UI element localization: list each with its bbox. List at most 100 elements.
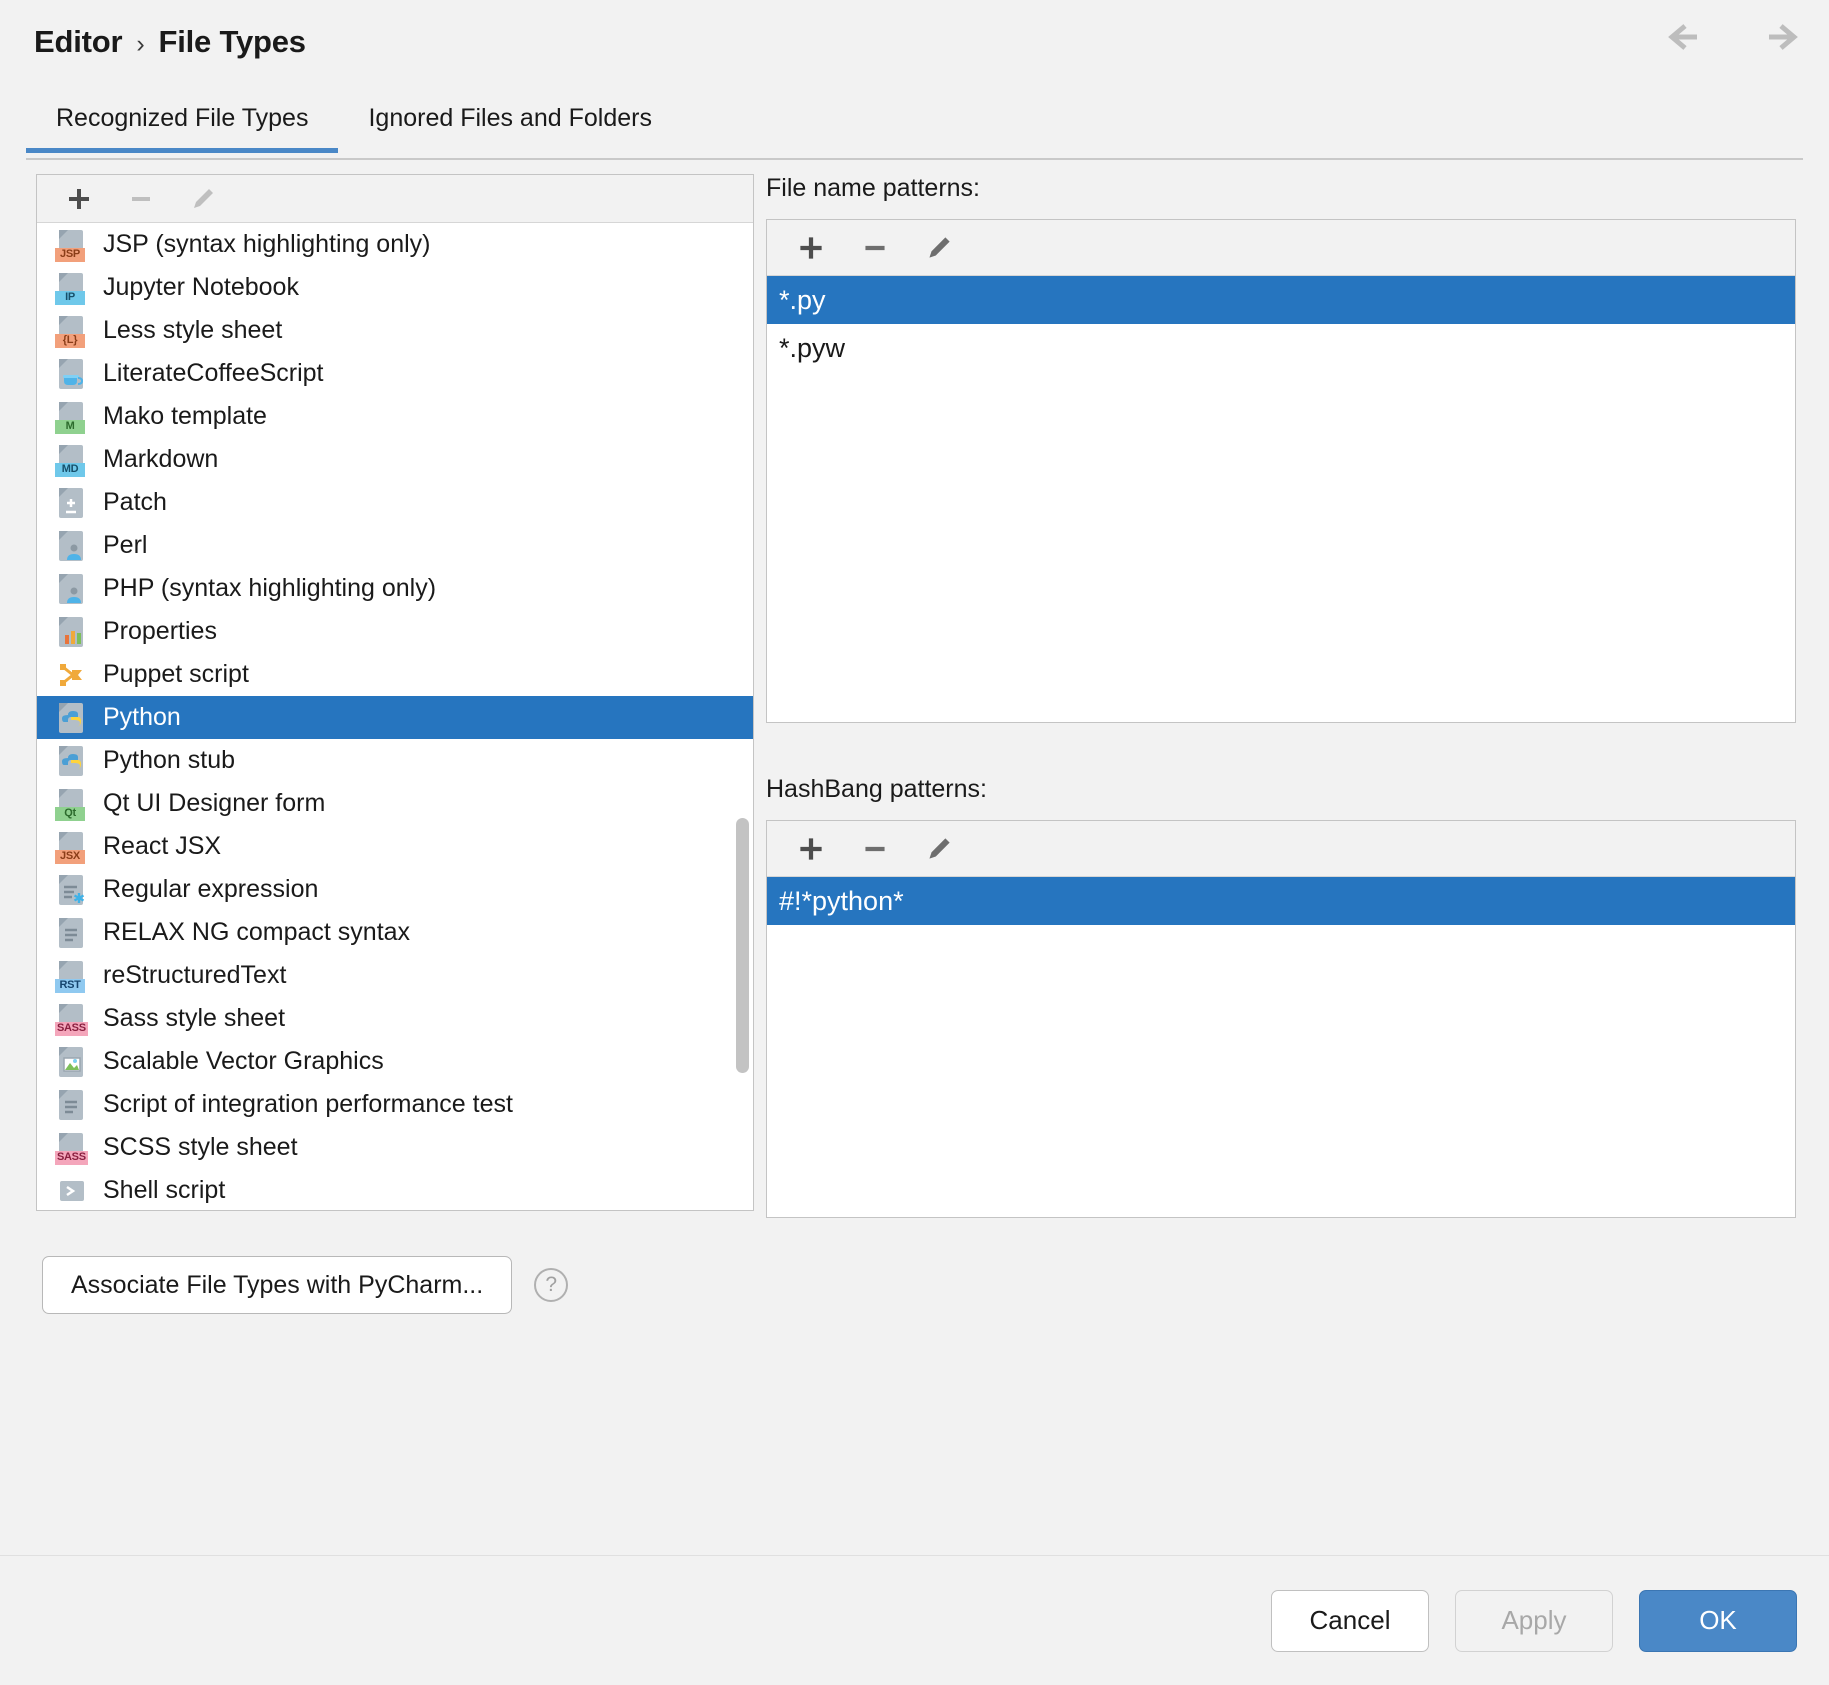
add-file-type-button[interactable] (53, 179, 105, 219)
file-type-row[interactable]: MDMarkdown (37, 438, 753, 481)
file-type-row[interactable]: Shell script (37, 1169, 753, 1210)
file-type-label: Script of integration performance test (103, 1092, 513, 1117)
apply-button: Apply (1455, 1590, 1613, 1652)
file-type-row[interactable]: IPJupyter Notebook (37, 266, 753, 309)
file-type-row[interactable]: Script of integration performance test (37, 1083, 753, 1126)
file-name-patterns-panel: *.py *.pyw (766, 219, 1796, 723)
pattern-row[interactable]: *.pyw (767, 324, 1795, 372)
file-type-row[interactable]: M Mako template (37, 395, 753, 438)
file-type-row[interactable]: LiterateCoffeeScript (37, 352, 753, 395)
arrow-left-icon[interactable] (1667, 20, 1719, 54)
tab-label: Ignored Files and Folders (368, 104, 651, 132)
file-ipynb-icon: IP (55, 271, 89, 305)
file-type-label: SCSS style sheet (103, 1135, 298, 1160)
file-python-icon (55, 701, 89, 735)
file-type-label: JSP (syntax highlighting only) (103, 232, 431, 257)
file-type-label: Scalable Vector Graphics (103, 1049, 384, 1074)
file-type-badge: {L} (55, 334, 85, 348)
file-python-stub-icon (55, 744, 89, 778)
help-icon[interactable]: ? (534, 1268, 568, 1302)
add-hashbang-pattern-button[interactable] (785, 829, 837, 869)
remove-hashbang-pattern-button[interactable] (849, 829, 901, 869)
file-type-row[interactable]: Patch (37, 481, 753, 524)
file-properties-icon (55, 615, 89, 649)
pattern-value: #!*python* (779, 886, 904, 917)
associate-file-types-button[interactable]: Associate File Types with PyCharm... (42, 1256, 512, 1314)
cancel-button[interactable]: Cancel (1271, 1590, 1429, 1652)
file-type-row[interactable]: Perl (37, 524, 753, 567)
edit-hashbang-pattern-button[interactable] (913, 829, 965, 869)
hashbang-patterns-toolbar (767, 821, 1795, 877)
file-markdown-icon: MD (55, 443, 89, 477)
breadcrumb: Editor › File Types (34, 24, 306, 60)
breadcrumb-root[interactable]: Editor (34, 24, 122, 60)
file-name-patterns-label: File name patterns: (766, 174, 1796, 203)
file-type-label: Python (103, 705, 181, 730)
file-type-row[interactable]: RST reStructuredText (37, 954, 753, 997)
file-type-label: Mako template (103, 404, 267, 429)
file-type-row[interactable]: JSP JSP (syntax highlighting only) (37, 223, 753, 266)
pattern-value: *.pyw (779, 333, 845, 364)
file-type-badge: SASS (55, 1151, 88, 1165)
file-types-panel: JSP JSP (syntax highlighting only) IPJupyt… (36, 174, 754, 1211)
hashbang-patterns-panel: #!*python* (766, 820, 1796, 1218)
tab-ignored-files-and-folders[interactable]: Ignored Files and Folders (338, 96, 681, 153)
add-file-name-pattern-button[interactable] (785, 228, 837, 268)
dialog-footer: Cancel Apply OK (0, 1555, 1829, 1685)
file-type-row[interactable]: QtQt UI Designer form (37, 782, 753, 825)
file-rst-icon: RST (55, 959, 89, 993)
nav-arrows (1667, 20, 1799, 54)
file-type-badge: SASS (55, 1022, 88, 1036)
remove-file-name-pattern-button[interactable] (849, 228, 901, 268)
hashbang-patterns-list[interactable]: #!*python* (767, 877, 1795, 1217)
file-text-icon (55, 1088, 89, 1122)
file-type-row[interactable]: {L}Less style sheet (37, 309, 753, 352)
file-type-badge: IP (55, 291, 85, 305)
file-mako-icon: M (55, 400, 89, 434)
file-type-label: reStructuredText (103, 963, 286, 988)
file-type-label: Sass style sheet (103, 1006, 285, 1031)
file-type-row[interactable]: PHP (syntax highlighting only) (37, 567, 753, 610)
file-type-label: Properties (103, 619, 217, 644)
edit-file-name-pattern-button[interactable] (913, 228, 965, 268)
file-type-label: Perl (103, 533, 147, 558)
arrow-right-icon[interactable] (1747, 20, 1799, 54)
file-type-badge: Qt (55, 807, 85, 821)
file-type-row[interactable]: JSXReact JSX (37, 825, 753, 868)
file-scss-icon: SASS (55, 1131, 89, 1165)
pattern-row[interactable]: *.py (767, 276, 1795, 324)
file-type-label: Regular expression (103, 877, 318, 902)
dialog-header: Editor › File Types (0, 0, 1829, 84)
file-patch-icon (55, 486, 89, 520)
puppet-icon (55, 658, 89, 692)
file-type-row[interactable]: Puppet script (37, 653, 753, 696)
tab-recognized-file-types[interactable]: Recognized File Types (26, 96, 338, 153)
pattern-row[interactable]: #!*python* (767, 877, 1795, 925)
file-type-row[interactable]: SASS SCSS style sheet (37, 1126, 753, 1169)
file-type-label: PHP (syntax highlighting only) (103, 576, 436, 601)
tab-bar: Recognized File Types Ignored Files and … (26, 96, 1803, 160)
file-coffee-icon (55, 357, 89, 391)
file-type-row[interactable]: RELAX NG compact syntax (37, 911, 753, 954)
file-type-row[interactable]: Python (37, 696, 753, 739)
file-type-row[interactable]: Scalable Vector Graphics (37, 1040, 753, 1083)
remove-file-type-button (115, 179, 167, 219)
file-type-row[interactable]: Regular expression (37, 868, 753, 911)
patterns-column: File name patterns: *.py*.pyw Ha (766, 174, 1796, 1218)
file-type-label: LiterateCoffeeScript (103, 361, 324, 386)
file-type-row[interactable]: Python stub (37, 739, 753, 782)
file-name-patterns-list[interactable]: *.py *.pyw (767, 276, 1795, 722)
file-type-label: Patch (103, 490, 167, 515)
file-type-row[interactable]: SASS Sass style sheet (37, 997, 753, 1040)
file-type-row[interactable]: Properties (37, 610, 753, 653)
file-types-scrollbar[interactable] (736, 818, 749, 1073)
file-text-icon (55, 916, 89, 950)
file-regex-icon (55, 873, 89, 907)
tab-label: Recognized File Types (56, 104, 308, 132)
file-type-badge: RST (55, 979, 85, 993)
file-types-list[interactable]: JSP JSP (syntax highlighting only) IPJupyt… (37, 223, 753, 1210)
ok-button[interactable]: OK (1639, 1590, 1797, 1652)
file-jsp-icon: JSP (55, 228, 89, 262)
file-svg-icon (55, 1045, 89, 1079)
shell-icon (55, 1174, 89, 1208)
